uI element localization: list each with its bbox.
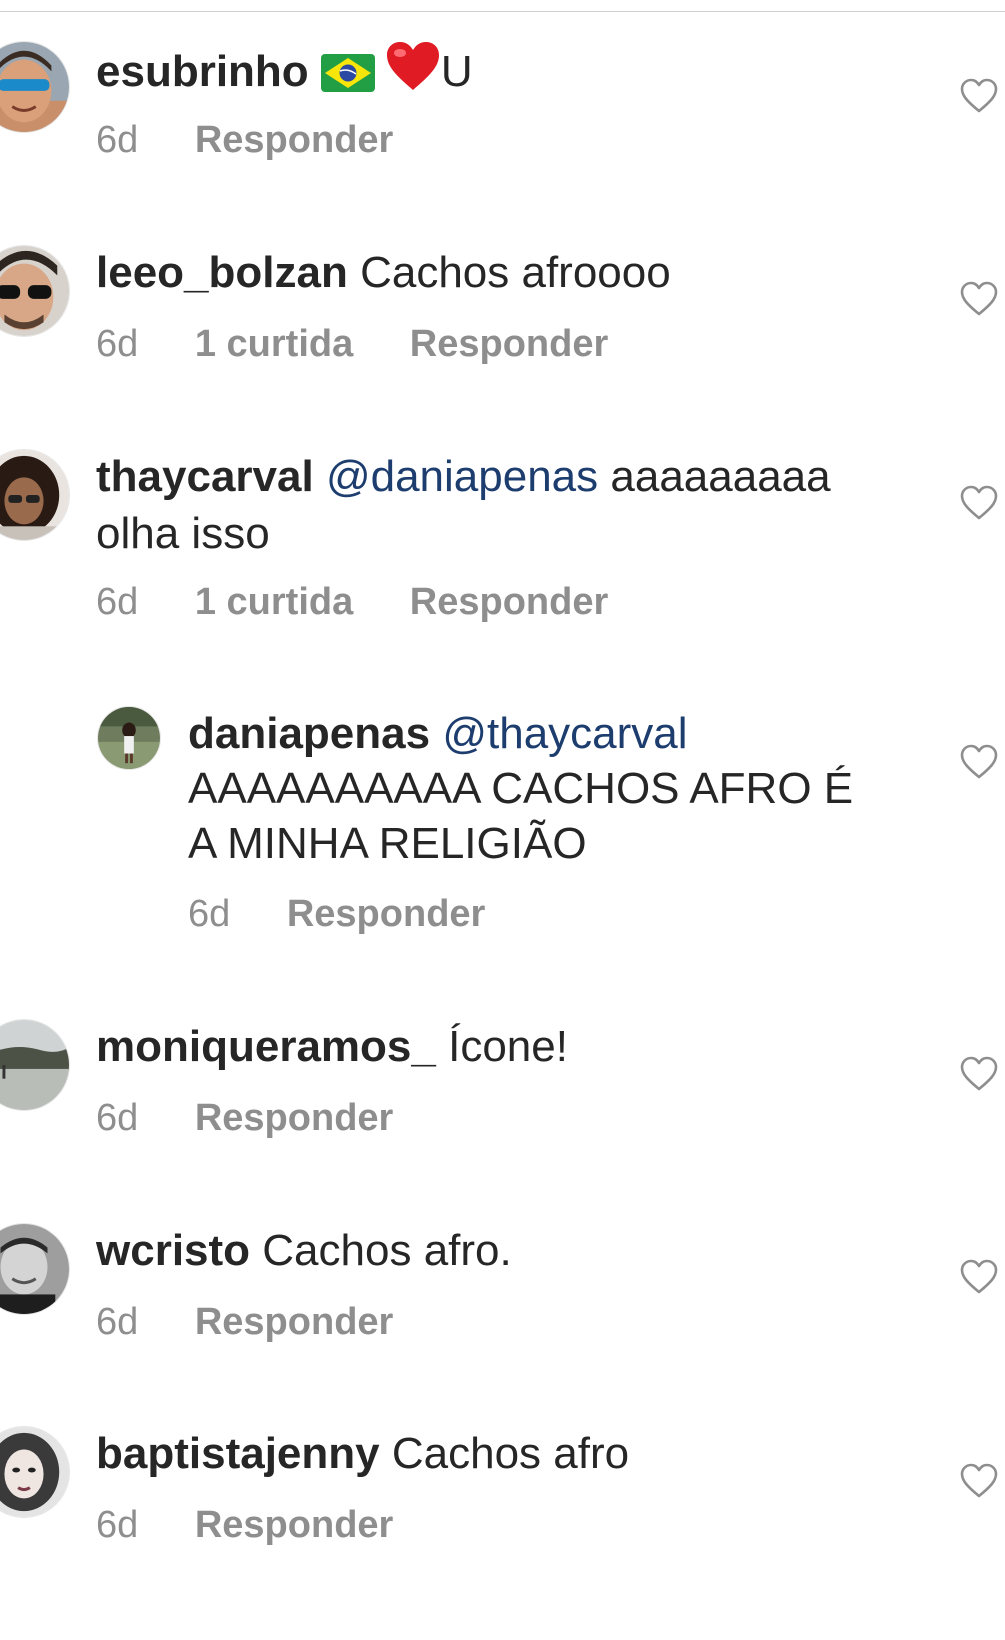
avatar[interactable] [0,1223,70,1315]
comment-meta: 6d 1 curtida Responder [96,579,654,625]
reply-button[interactable]: Responder [195,1504,393,1546]
avatar[interactable] [0,1019,70,1111]
comment-meta: 6d Responder [188,891,531,937]
comment-time: 6d [96,1301,139,1343]
avatar[interactable] [0,41,70,133]
comment-username[interactable]: daniapenas [188,709,430,758]
comment-text: leeo_bolzan Cachos afroooo [96,244,886,301]
heart-outline-icon[interactable] [960,78,998,114]
comment-meta: 6d Responder [96,1095,439,1141]
reply-button[interactable]: Responder [410,323,608,365]
avatar[interactable] [0,245,70,337]
comment-body: Cachos afro [391,1429,630,1478]
comment-username[interactable]: moniqueramos_ [96,1022,436,1071]
comment-text: esubrinho U [96,40,886,106]
heart-outline-icon[interactable] [960,485,998,521]
comment-body: U [440,47,473,96]
comment-time: 6d [96,119,139,161]
avatar[interactable] [0,449,70,541]
likes-count[interactable]: 1 curtida [195,323,353,365]
comment-username[interactable]: leeo_bolzan [96,248,348,297]
top-divider [0,11,1005,12]
likes-count[interactable]: 1 curtida [195,581,353,623]
comment-meta: 6d Responder [96,117,439,163]
heart-outline-icon[interactable] [960,281,998,317]
mention-link[interactable]: @daniapenas [326,452,598,501]
red-heart-emoji [385,40,441,106]
comment-text: moniqueramos_ Ícone! [96,1018,886,1075]
mention-link[interactable]: @thaycarval [442,709,687,758]
comment-username[interactable]: baptistajenny [96,1429,380,1478]
heart-outline-icon[interactable] [960,1259,998,1295]
comment-text: baptistajenny Cachos afro [96,1425,886,1482]
comment-time: 6d [96,323,139,365]
comment-username[interactable]: esubrinho [96,47,309,96]
reply-button[interactable]: Responder [195,1301,393,1343]
heart-outline-icon[interactable] [960,744,998,780]
comment-time: 6d [96,581,139,623]
comment-meta: 6d Responder [96,1299,439,1345]
comment-body: Cachos afroooo [360,248,671,297]
reply-button[interactable]: Responder [195,1097,393,1139]
comment-meta: 6d 1 curtida Responder [96,321,654,367]
avatar[interactable] [97,706,161,770]
comment-time: 6d [96,1504,139,1546]
comment-text: wcristo Cachos afro. [96,1222,886,1279]
comment-username[interactable]: thaycarval [96,452,314,501]
reply-button[interactable]: Responder [195,119,393,161]
reply-button[interactable]: Responder [287,893,485,935]
comment-time: 6d [96,1097,139,1139]
comment-meta: 6d Responder [96,1502,439,1548]
brazil-flag-emoji [320,49,375,106]
heart-outline-icon[interactable] [960,1463,998,1499]
reply-button[interactable]: Responder [410,581,608,623]
comment-body: Cachos afro. [262,1226,512,1275]
heart-outline-icon[interactable] [960,1056,998,1092]
comment-username[interactable]: wcristo [96,1226,250,1275]
comment-text: daniapenas @thaycarval AAAAAAAAAA CACHOS… [188,706,888,871]
comment-time: 6d [188,893,231,935]
comment-body: AAAAAAAAAA CACHOS AFRO É A MINHA RELIGIÃ… [188,764,854,868]
comment-body: Ícone! [448,1022,568,1071]
avatar[interactable] [0,1426,70,1518]
comment-text: thaycarval @daniapenas aaaaaaaaa olha is… [96,448,886,562]
